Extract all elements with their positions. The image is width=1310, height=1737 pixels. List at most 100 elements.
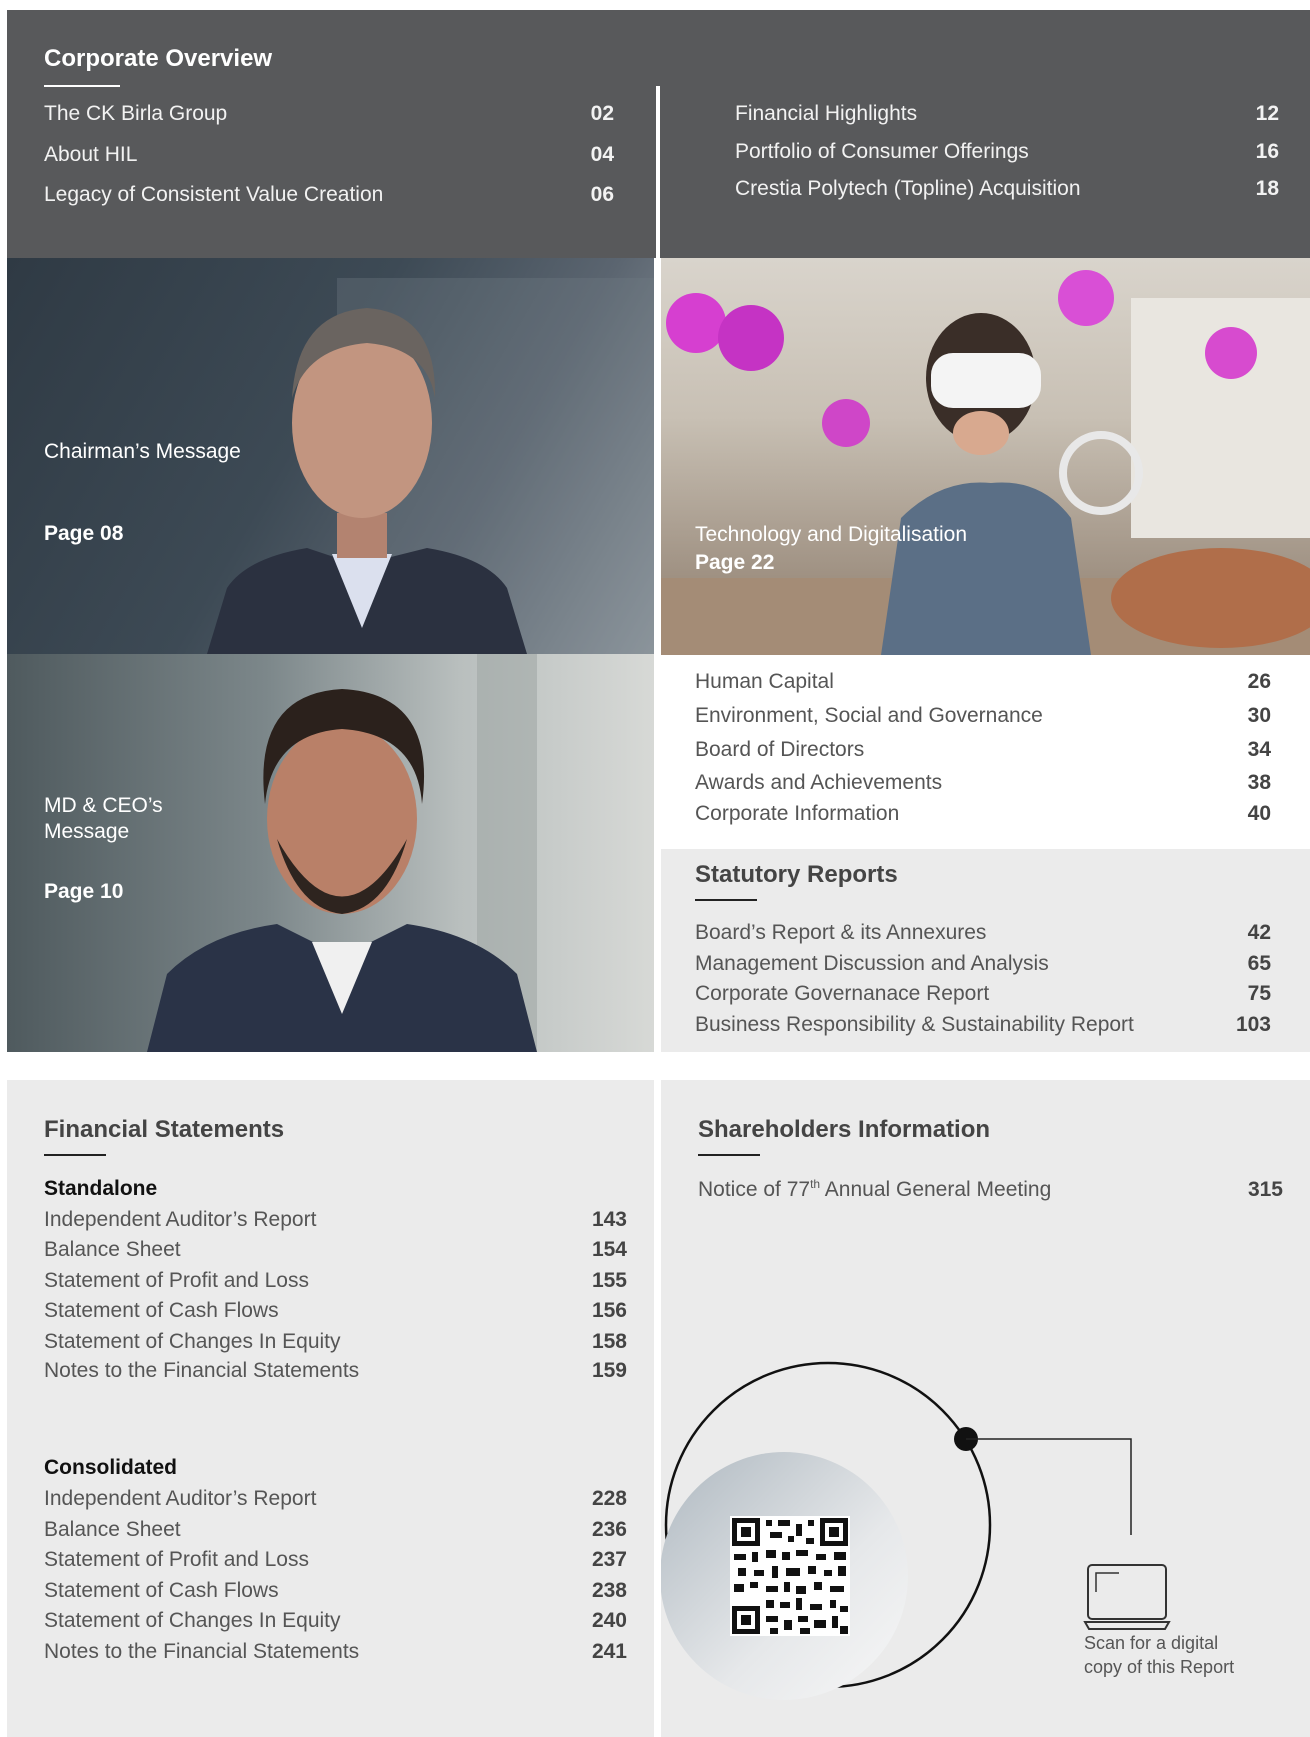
- toc-entry-label: Statement of Cash Flows: [44, 1299, 279, 1322]
- toc-entry-label: Independent Auditor’s Report: [44, 1487, 317, 1510]
- vr-user-photo: [661, 270, 1310, 655]
- technology-digitalisation-tile[interactable]: Technology and Digitalisation Page 22: [661, 258, 1310, 655]
- toc-entry[interactable]: Financial Highlights 12: [735, 102, 1279, 126]
- toc-entry-page: 240: [591, 1609, 627, 1632]
- toc-entry[interactable]: Independent Auditor’s Report 143: [44, 1208, 627, 1232]
- toc-entry-page: 237: [591, 1548, 627, 1571]
- financial-heading: Financial Statements: [44, 1116, 285, 1143]
- consolidated-subheading: Consolidated: [44, 1456, 178, 1479]
- toc-entry-label: Legacy of Consistent Value Creation: [44, 183, 384, 206]
- toc-entry[interactable]: Business Responsibility & Sustainability…: [695, 1013, 1271, 1037]
- toc-entry-page: 02: [590, 102, 614, 125]
- toc-entry-label: Awards and Achievements: [695, 771, 943, 794]
- toc-entry[interactable]: Crestia Polytech (Topline) Acquisition 1…: [735, 177, 1279, 201]
- column-divider: [656, 86, 660, 258]
- technology-label: Technology and Digitalisation: [695, 523, 968, 546]
- toc-entry[interactable]: Statement of Cash Flows 238: [44, 1579, 627, 1603]
- standalone-subheading: Standalone: [44, 1177, 158, 1200]
- toc-entry-page: 75: [1247, 982, 1271, 1005]
- chairman-page: Page 08: [44, 522, 124, 545]
- md-ceo-portrait: [147, 654, 537, 1052]
- toc-entry-page: 04: [590, 143, 614, 166]
- toc-entry-label: Statement of Cash Flows: [44, 1579, 279, 1602]
- scan-caption-line2: copy of this Report: [1084, 1657, 1235, 1677]
- statutory-reports-panel: Statutory Reports Board’s Report & its A…: [661, 849, 1310, 1052]
- toc-entry-page: 159: [591, 1359, 627, 1382]
- toc-entry-page: 154: [591, 1238, 627, 1261]
- toc-entry-label: Crestia Polytech (Topline) Acquisition: [735, 177, 1081, 200]
- toc-entry[interactable]: Statement of Changes In Equity 240: [44, 1609, 627, 1633]
- toc-entry-page: 16: [1255, 140, 1279, 163]
- scan-caption-line1: Scan for a digital: [1084, 1633, 1219, 1653]
- corporate-overview-panel: Corporate Overview The CK Birla Group 02…: [7, 10, 1310, 258]
- toc-entry[interactable]: Notes to the Financial Statements 159: [44, 1359, 627, 1383]
- toc-entry-label: Human Capital: [695, 670, 834, 693]
- toc-entry-label: Statement of Changes In Equity: [44, 1609, 341, 1632]
- financial-statements-panel: Financial Statements Standalone Independ…: [7, 1080, 654, 1737]
- toc-entry[interactable]: Statement of Profit and Loss 237: [44, 1548, 627, 1572]
- toc-entry-page: 38: [1247, 771, 1271, 794]
- toc-entry[interactable]: Statement of Cash Flows 156: [44, 1299, 627, 1323]
- toc-entry[interactable]: Balance Sheet 154: [44, 1238, 627, 1262]
- shareholders-panel: Shareholders Information Notice of 77th …: [661, 1080, 1310, 1737]
- toc-entry-label: About HIL: [44, 143, 138, 166]
- toc-entry[interactable]: Human Capital 26: [695, 670, 1271, 694]
- chairman-message-tile[interactable]: Chairman’s Message Page 08: [7, 258, 654, 654]
- md-ceo-label-line2: Message: [44, 820, 130, 843]
- toc-entry-label: Board’s Report & its Annexures: [695, 921, 987, 944]
- toc-entry[interactable]: Awards and Achievements 38: [695, 771, 1271, 795]
- toc-entry-label: Statement of Profit and Loss: [44, 1548, 309, 1571]
- toc-entry-page: 12: [1255, 102, 1279, 125]
- toc-entry-page: 156: [591, 1299, 627, 1322]
- toc-entry[interactable]: The CK Birla Group 02: [44, 102, 614, 126]
- toc-entry[interactable]: Legacy of Consistent Value Creation 06: [44, 183, 614, 207]
- toc-entry-label: Balance Sheet: [44, 1518, 181, 1541]
- toc-entry-label: Portfolio of Consumer Offerings: [735, 140, 1029, 163]
- toc-entry[interactable]: About HIL 04: [44, 143, 614, 167]
- toc-entry-label: Corporate Information: [695, 802, 900, 825]
- toc-entry-label: Notes to the Financial Statements: [44, 1640, 360, 1663]
- toc-entry-page: 40: [1247, 802, 1271, 825]
- chairman-label: Chairman’s Message: [44, 440, 241, 463]
- toc-entry[interactable]: Notes to the Financial Statements 241: [44, 1640, 627, 1664]
- toc-entry-page: 42: [1247, 921, 1271, 944]
- toc-entry[interactable]: Statement of Changes In Equity 158: [44, 1330, 627, 1354]
- toc-entry-page: 143: [591, 1208, 627, 1231]
- toc-entry-page: 26: [1247, 670, 1271, 693]
- toc-entry[interactable]: Management Discussion and Analysis 65: [695, 952, 1271, 976]
- toc-entry[interactable]: Independent Auditor’s Report 228: [44, 1487, 627, 1511]
- toc-entry-label: Business Responsibility & Sustainability…: [695, 1013, 1134, 1036]
- toc-entry-label: Balance Sheet: [44, 1238, 181, 1261]
- toc-entry-page: 238: [591, 1579, 627, 1602]
- md-ceo-page: Page 10: [44, 880, 124, 903]
- toc-entry-page: 18: [1255, 177, 1279, 200]
- toc-entry[interactable]: Balance Sheet 236: [44, 1518, 627, 1542]
- toc-entry-label: Statement of Changes In Equity: [44, 1330, 341, 1353]
- toc-entry-label: Independent Auditor’s Report: [44, 1208, 317, 1231]
- toc-entry[interactable]: Corporate Governanace Report 75: [695, 982, 1271, 1006]
- toc-entry-label: Notes to the Financial Statements: [44, 1359, 360, 1382]
- toc-entry-label: The CK Birla Group: [44, 102, 228, 125]
- toc-entry-page: 241: [591, 1640, 627, 1663]
- toc-entry[interactable]: Statement of Profit and Loss 155: [44, 1269, 627, 1293]
- toc-entry-page: 06: [590, 183, 614, 206]
- toc-entry[interactable]: Corporate Information 40: [695, 802, 1271, 826]
- toc-entry[interactable]: Board of Directors 34: [695, 738, 1271, 762]
- toc-entry-page: 30: [1247, 704, 1271, 727]
- md-ceo-label-line1: MD & CEO’s: [44, 794, 163, 817]
- overview-continued-panel: Human Capital 26 Environment, Social and…: [661, 655, 1310, 849]
- toc-entry-label: Statement of Profit and Loss: [44, 1269, 309, 1292]
- toc-entry[interactable]: Board’s Report & its Annexures 42: [695, 921, 1271, 945]
- toc-entry-page: 228: [591, 1487, 627, 1510]
- qr-code: [730, 1516, 850, 1636]
- toc-entry-label: Financial Highlights: [735, 102, 918, 125]
- md-ceo-message-tile[interactable]: MD & CEO’s Message Page 10: [7, 654, 654, 1052]
- toc-entry-label: Environment, Social and Governance: [695, 704, 1043, 727]
- toc-entry-label: Board of Directors: [695, 738, 865, 761]
- heading-underline: [44, 85, 120, 87]
- toc-entry[interactable]: Portfolio of Consumer Offerings 16: [735, 140, 1279, 164]
- toc-entry[interactable]: Environment, Social and Governance 30: [695, 704, 1271, 728]
- statutory-heading: Statutory Reports: [695, 861, 898, 888]
- heading-underline: [695, 899, 757, 901]
- toc-entry-label: Corporate Governanace Report: [695, 982, 990, 1005]
